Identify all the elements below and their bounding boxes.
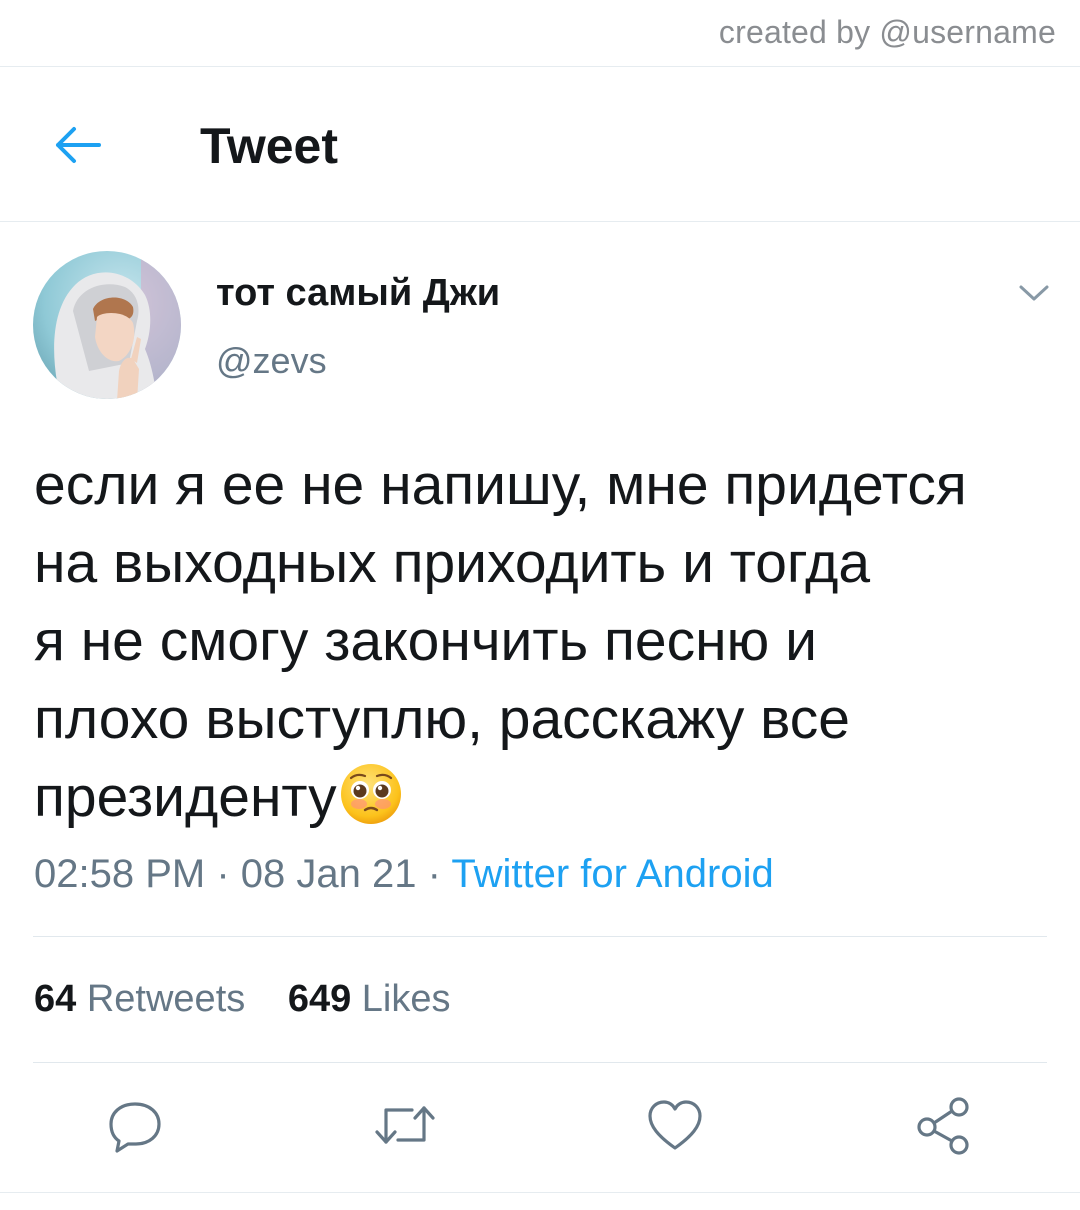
divider xyxy=(0,1192,1080,1193)
tweet-date: 08 Jan 21 xyxy=(240,852,417,896)
tweet-stats: 64 Retweets 649 Likes xyxy=(34,978,451,1021)
tweet-detail-screen: created by @username Tweet тот самый Джи… xyxy=(0,0,1080,1210)
reply-button[interactable] xyxy=(100,1090,170,1160)
heart-icon xyxy=(648,1100,702,1150)
retweets-label: Retweets xyxy=(86,978,246,1020)
tweet-text: если я ее не напишу, мне придется на вых… xyxy=(34,446,1054,846)
tweet-menu-button[interactable] xyxy=(1012,276,1056,310)
tweet-client-link[interactable]: Twitter for Android xyxy=(451,852,773,896)
chevron-down-icon xyxy=(1019,285,1049,301)
tweet-time: 02:58 PM xyxy=(34,852,206,896)
author-display-name[interactable]: тот самый Джи xyxy=(216,272,500,315)
like-button[interactable] xyxy=(640,1090,710,1160)
app-header: Tweet xyxy=(0,67,1080,221)
tweet-meta: 02:58 PM · 08 Jan 21 · Twitter for Andro… xyxy=(34,852,774,897)
meta-separator: · xyxy=(427,852,441,896)
divider xyxy=(33,1062,1047,1063)
arrow-left-icon xyxy=(56,127,101,163)
retweet-icon xyxy=(375,1106,435,1144)
retweets-count: 64 xyxy=(34,978,77,1020)
retweet-button[interactable] xyxy=(370,1090,440,1160)
share-button[interactable] xyxy=(908,1090,978,1160)
tweet-actions xyxy=(0,1090,1080,1170)
pleading-face-emoji xyxy=(339,762,403,846)
meta-separator: · xyxy=(216,852,230,896)
page-title: Tweet xyxy=(200,118,338,174)
divider xyxy=(33,936,1047,937)
retweets-stat[interactable]: 64 Retweets xyxy=(34,978,245,1021)
divider xyxy=(0,221,1080,222)
share-icon xyxy=(917,1097,969,1155)
profile-photo xyxy=(33,251,181,399)
tweet-text-content: если я ее не напишу, мне придется на вых… xyxy=(34,453,967,829)
author-handle[interactable]: @zevs xyxy=(216,340,327,382)
likes-label: Likes xyxy=(361,978,451,1020)
reply-icon xyxy=(109,1102,161,1153)
likes-count: 649 xyxy=(287,978,352,1020)
watermark-text: created by @username xyxy=(718,14,1056,50)
back-button[interactable] xyxy=(48,119,106,171)
likes-stat[interactable]: 649 Likes xyxy=(288,978,451,1021)
avatar[interactable] xyxy=(33,251,181,399)
